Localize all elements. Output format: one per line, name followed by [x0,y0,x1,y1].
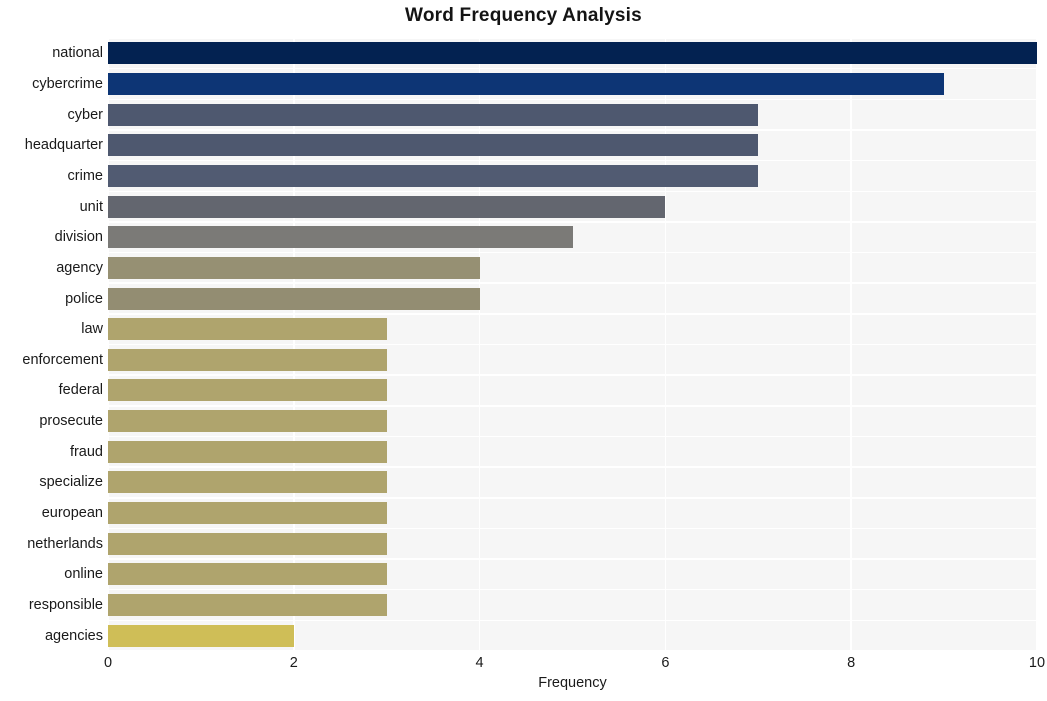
bar[interactable] [108,624,294,647]
gridline-horizontal [108,282,1037,284]
y-tick-label: agency [56,259,103,276]
x-axis-label: Frequency [538,675,607,691]
bar[interactable] [108,348,387,371]
y-tick-label: prosecute [39,413,103,430]
chart-title: Word Frequency Analysis [405,5,642,26]
y-tick-label: national [52,45,103,62]
gridline-horizontal [108,159,1037,162]
plot-area [107,37,1038,652]
bar[interactable] [108,195,666,218]
y-tick-label: unit [79,198,103,215]
bar[interactable] [108,134,759,157]
bar[interactable] [108,103,759,126]
y-tick-label: specialize [39,474,103,491]
x-tick-label: 6 [661,655,670,671]
bar[interactable] [108,379,387,402]
gridline-horizontal [108,251,1037,254]
gridline-horizontal [108,221,1037,223]
y-tick-label: police [65,290,103,307]
y-tick-label: crime [67,167,103,184]
bar[interactable] [108,42,1037,65]
bar[interactable] [108,532,387,555]
gridline-horizontal [108,405,1037,407]
y-tick-label: division [54,229,103,246]
gridline-horizontal [108,374,1037,376]
gridline-horizontal [108,558,1037,560]
y-tick-label: netherlands [27,535,103,552]
y-tick-label: european [41,505,103,522]
gridline-horizontal [108,619,1037,622]
y-tick-label: responsible [28,597,103,614]
gridline-horizontal [108,497,1037,499]
y-tick-label: fraud [69,443,103,460]
y-tick-label: online [64,566,103,583]
x-tick-label: 4 [475,655,484,671]
gridline-horizontal [108,98,1037,101]
bar[interactable] [108,502,387,525]
bar[interactable] [108,256,480,279]
gridline-horizontal [108,588,1037,591]
gridline-horizontal [108,190,1037,192]
bar[interactable] [108,440,387,463]
y-tick-label: enforcement [22,351,103,368]
gridline-horizontal [108,435,1037,438]
gridline-horizontal [108,67,1037,70]
bar[interactable] [108,318,387,341]
y-tick-label: cybercrime [32,75,103,92]
gridline-horizontal [108,650,1037,652]
gridline-horizontal [108,527,1037,530]
bar[interactable] [108,164,759,187]
bar[interactable] [108,410,387,433]
bar[interactable] [108,226,573,249]
y-tick-label: cyber [67,106,103,123]
y-tick-label: law [81,321,103,338]
bar[interactable] [108,287,480,310]
gridline-horizontal [108,343,1037,346]
gridline-horizontal [108,313,1037,315]
chart-figure: Word Frequency Analysis national cybercri… [0,0,1047,701]
bar[interactable] [108,563,387,586]
bar[interactable] [108,471,387,494]
x-tick-label: 2 [289,655,298,671]
y-tick-label: federal [58,382,103,399]
y-tick-label: headquarter [24,137,103,154]
bar[interactable] [108,72,945,95]
x-tick-label: 0 [103,655,113,671]
gridline-horizontal [108,466,1037,468]
x-tick-label: 10 [1028,655,1046,671]
gridline-horizontal [108,129,1037,131]
x-tick-label: 8 [847,655,856,671]
bar[interactable] [108,594,387,617]
y-tick-label: agencies [44,627,103,644]
gridline-horizontal [108,37,1037,39]
